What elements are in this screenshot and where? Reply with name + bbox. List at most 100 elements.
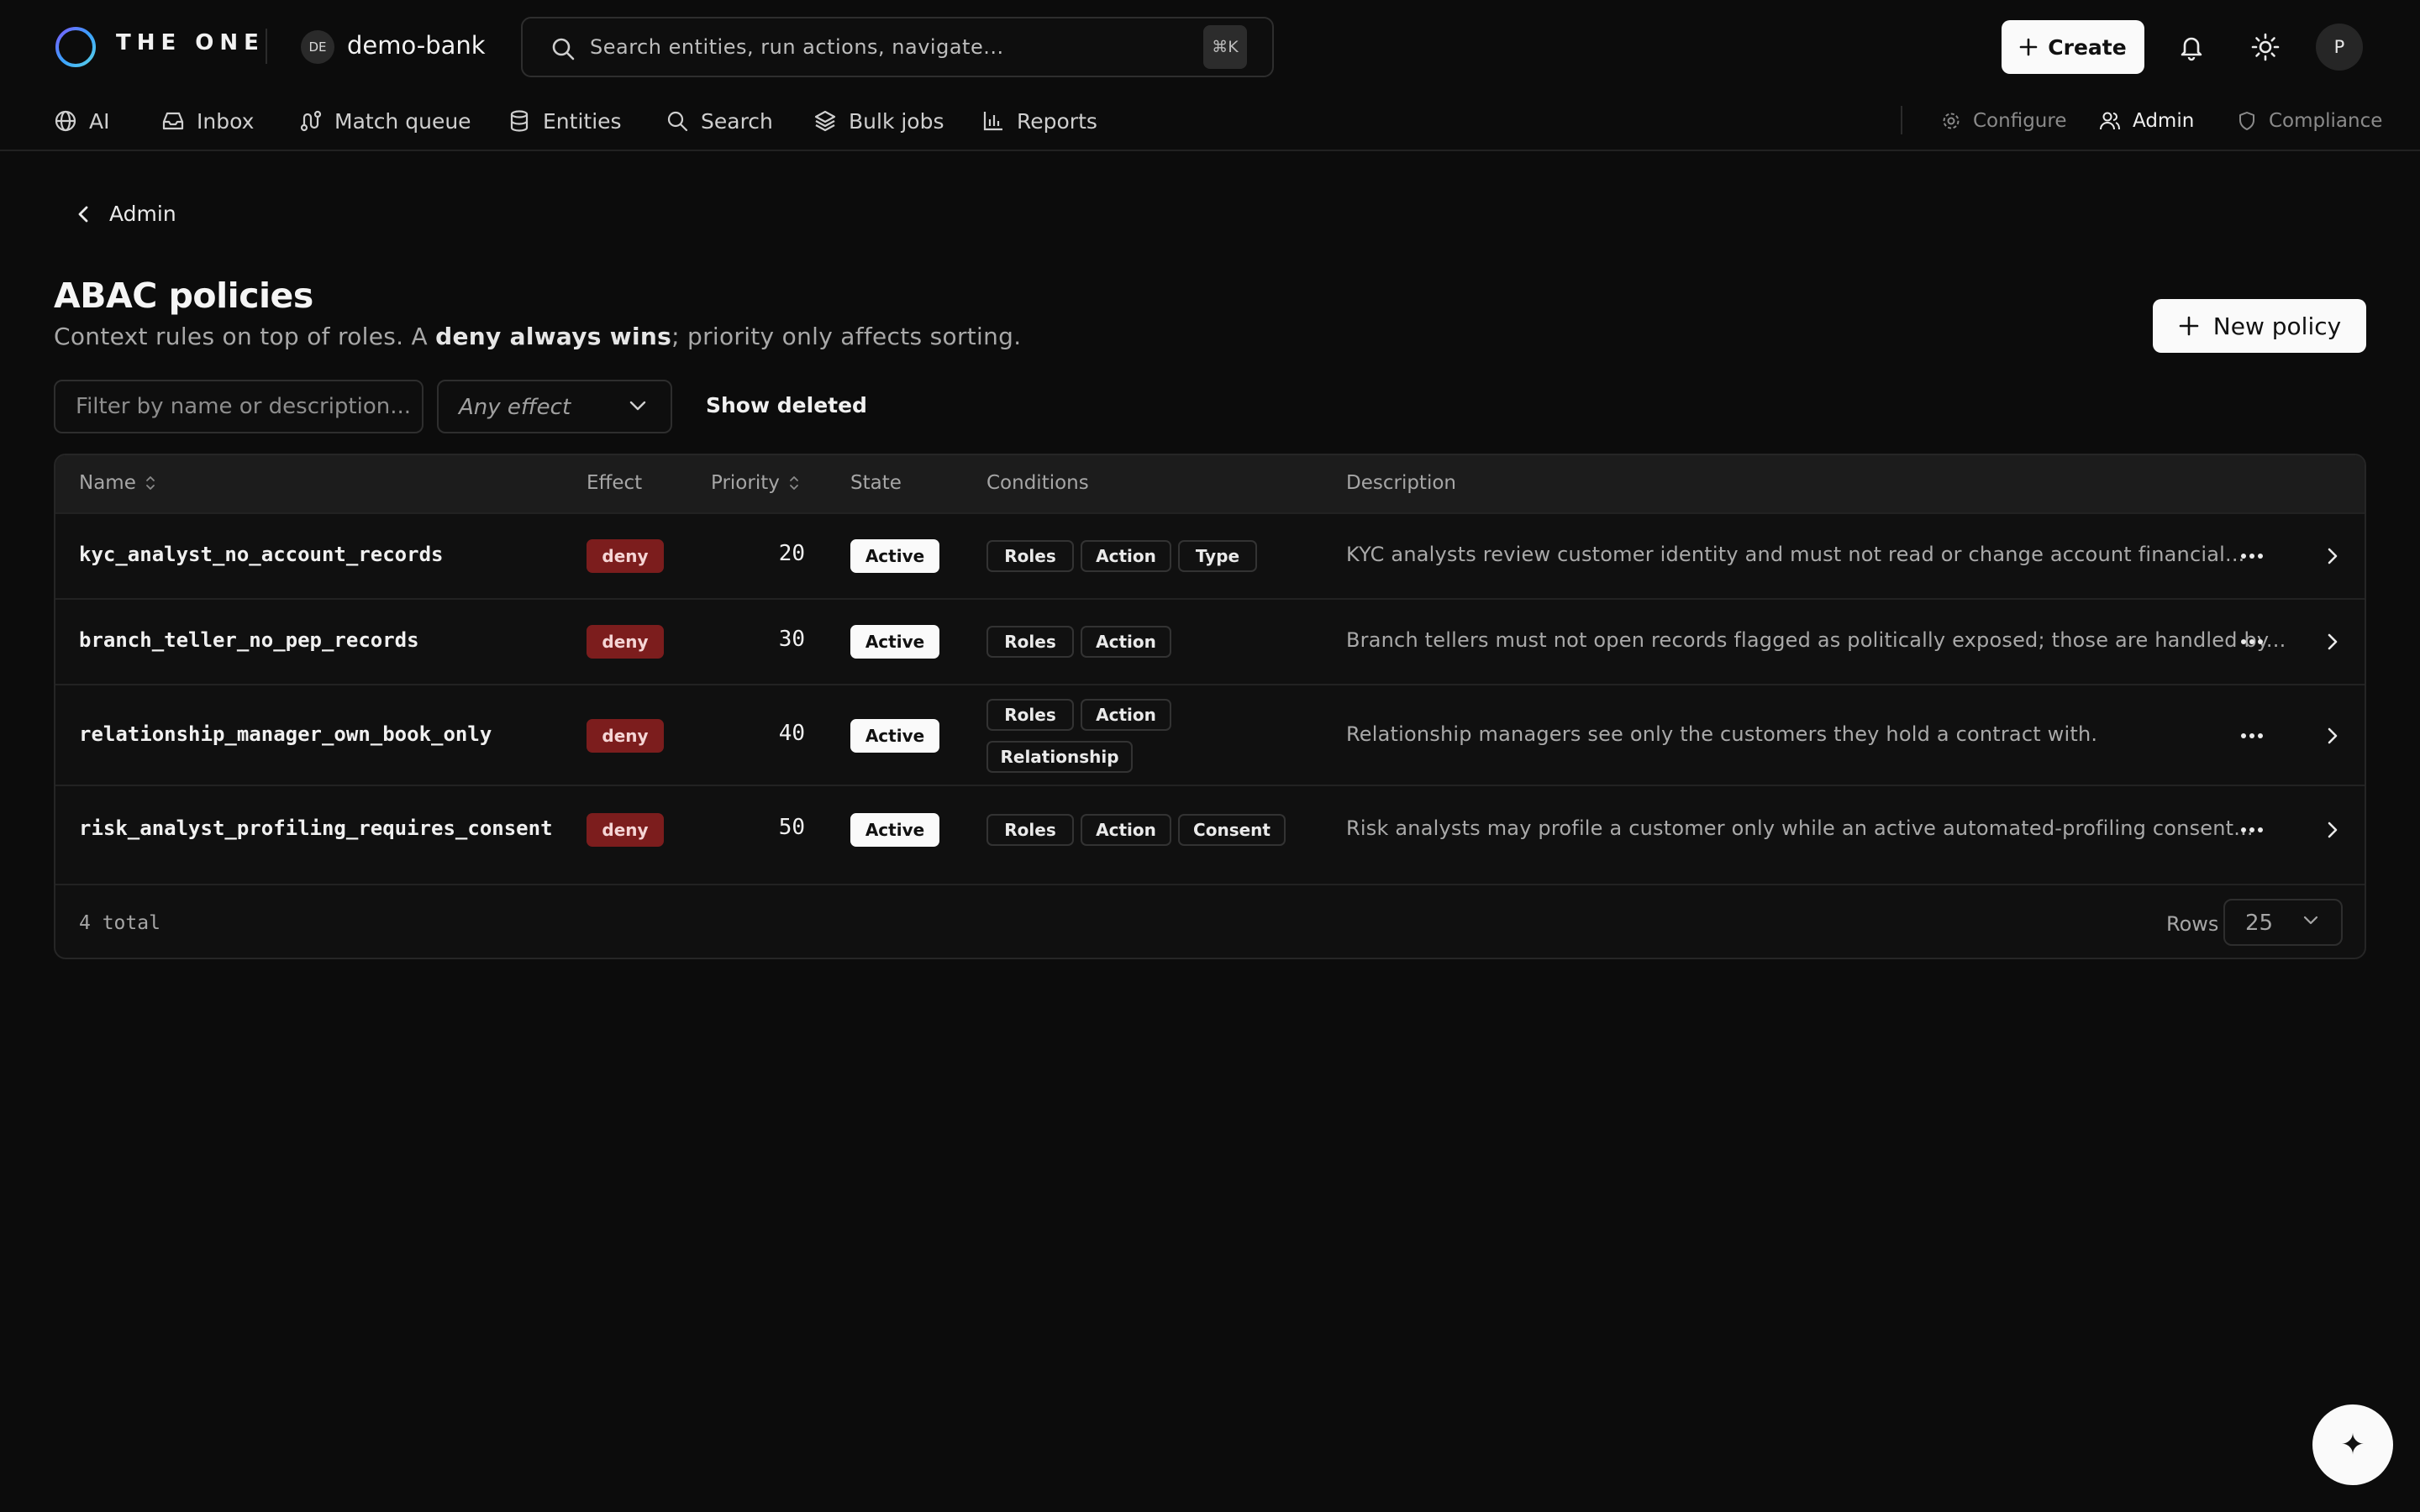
brand-name: THE ONE — [116, 30, 265, 55]
policy-description: Relationship managers see only the custo… — [1346, 722, 2098, 746]
condition-chip: Type — [1178, 540, 1257, 572]
row-actions-button[interactable] — [2235, 813, 2269, 847]
policy-description: KYC analysts review customer identity an… — [1346, 543, 2245, 566]
nav-entities[interactable]: Entities — [508, 104, 622, 138]
filter-input[interactable] — [54, 380, 424, 433]
nav-label: AI — [89, 108, 110, 134]
create-button[interactable]: Create — [2002, 20, 2144, 74]
bar-chart-icon — [983, 112, 1002, 131]
sort-icon — [789, 476, 798, 490]
table-row[interactable]: kyc_analyst_no_account_records deny 20 A… — [55, 512, 2365, 598]
search-placeholder: Search entities, run actions, navigate..… — [590, 35, 1004, 59]
more-horizontal-icon — [2241, 827, 2263, 832]
page-subtitle: Context rules on top of roles. A deny al… — [54, 323, 1021, 350]
column-header-name[interactable]: Name — [79, 472, 156, 494]
search-icon — [552, 38, 575, 60]
subtitle-suffix: ; priority only affects sorting. — [671, 323, 1022, 350]
sun-icon — [2251, 33, 2280, 61]
chevron-down-icon — [2303, 916, 2318, 925]
rows-per-page-select[interactable]: 25 — [2223, 899, 2343, 946]
table-row[interactable]: relationship_manager_own_book_only deny … — [55, 684, 2365, 785]
users-icon — [2100, 112, 2120, 130]
nav-label: Inbox — [197, 108, 255, 134]
row-actions-button[interactable] — [2235, 539, 2269, 573]
tenant-badge[interactable]: DE — [301, 30, 334, 64]
nav-label: Admin — [2133, 110, 2195, 132]
ai-assistant-button[interactable]: ✦ — [2312, 1404, 2393, 1485]
row-open-button[interactable] — [2316, 719, 2349, 753]
policy-name[interactable]: relationship_manager_own_book_only — [79, 722, 492, 746]
divider — [266, 29, 267, 64]
nav-compliance[interactable]: Compliance — [2237, 104, 2382, 138]
table-header: Name Effect Priority State Conditions De… — [55, 455, 2365, 512]
nav-label: Compliance — [2269, 110, 2383, 132]
priority-value: 30 — [778, 627, 805, 652]
row-actions-button[interactable] — [2235, 719, 2269, 753]
nav-bulk-jobs[interactable]: Bulk jobs — [813, 104, 944, 138]
theme-toggle-button[interactable] — [2245, 27, 2286, 67]
policy-name[interactable]: branch_teller_no_pep_records — [79, 628, 419, 652]
nav-inbox[interactable]: Inbox — [161, 104, 254, 138]
top-bar: THE ONE DE demo-bank Search entities, ru… — [0, 0, 2420, 92]
shortcut-hint: ⌘K — [1203, 25, 1247, 69]
create-label: Create — [2048, 34, 2127, 60]
policy-description: Branch tellers must not open records fla… — [1346, 628, 2286, 652]
plus-icon — [2179, 316, 2199, 336]
inbox-icon — [162, 112, 184, 130]
effect-badge: deny — [587, 813, 664, 847]
sort-icon — [145, 476, 155, 490]
new-policy-button[interactable]: New policy — [2153, 299, 2366, 353]
column-header-priority[interactable]: Priority — [711, 472, 800, 494]
plus-icon — [2019, 38, 2038, 56]
priority-value: 50 — [778, 815, 805, 840]
effect-filter-select[interactable]: Any effect — [437, 380, 672, 433]
row-actions-button[interactable] — [2235, 625, 2269, 659]
more-horizontal-icon — [2241, 554, 2263, 559]
state-badge: Active — [850, 719, 939, 753]
notifications-button[interactable] — [2171, 27, 2212, 67]
back-to-admin-link[interactable]: Admin — [76, 202, 176, 226]
table-row[interactable]: risk_analyst_profiling_requires_consent … — [55, 785, 2365, 884]
table-row[interactable]: branch_teller_no_pep_records deny 30 Act… — [55, 598, 2365, 684]
policy-name[interactable]: risk_analyst_profiling_requires_consent — [79, 816, 553, 840]
column-label: Conditions — [986, 472, 1089, 494]
gear-icon — [1943, 113, 1960, 129]
effect-badge: deny — [587, 719, 664, 753]
logo-icon[interactable] — [54, 25, 97, 69]
user-avatar[interactable]: P — [2316, 24, 2363, 71]
effect-select-value: Any effect — [459, 395, 571, 420]
policy-name[interactable]: kyc_analyst_no_account_records — [79, 543, 443, 566]
state-badge: Active — [850, 539, 939, 573]
nav-match-queue[interactable]: Match queue — [299, 104, 471, 138]
row-open-button[interactable] — [2316, 813, 2349, 847]
nav-ai[interactable]: AI — [54, 104, 109, 138]
condition-chip: Roles — [986, 626, 1074, 658]
total-count: 4 total — [79, 912, 160, 934]
subtitle-emphasis: deny always wins — [435, 323, 672, 350]
main-nav: AI Inbox Match queue Entities Search Bul… — [0, 92, 2420, 151]
column-header-description: Description — [1346, 472, 1456, 494]
condition-chip: Roles — [986, 814, 1074, 846]
nav-configure[interactable]: Configure — [1941, 104, 2066, 138]
column-label: State — [850, 472, 902, 494]
chevron-down-icon — [629, 401, 646, 411]
chevron-right-icon — [2328, 727, 2338, 744]
column-label: Priority — [711, 472, 780, 494]
rows-per-page-label: Rows — [2166, 912, 2219, 936]
show-deleted-toggle[interactable]: Show deleted — [706, 393, 867, 417]
row-open-button[interactable] — [2316, 625, 2349, 659]
nav-reports[interactable]: Reports — [981, 104, 1097, 138]
nav-search[interactable]: Search — [666, 104, 773, 138]
column-header-conditions: Conditions — [986, 472, 1089, 494]
row-open-button[interactable] — [2316, 539, 2349, 573]
chevron-right-icon — [2328, 633, 2338, 650]
page-title: ABAC policies — [54, 276, 313, 316]
nav-admin[interactable]: Admin — [2099, 104, 2194, 138]
chevron-right-icon — [2328, 548, 2338, 564]
condition-chip: Roles — [986, 699, 1074, 731]
globe-icon — [55, 110, 76, 132]
global-search[interactable]: Search entities, run actions, navigate..… — [521, 17, 1274, 77]
tenant-name[interactable]: demo-bank — [347, 31, 486, 60]
shield-icon — [2239, 112, 2254, 130]
effect-badge: deny — [587, 539, 664, 573]
